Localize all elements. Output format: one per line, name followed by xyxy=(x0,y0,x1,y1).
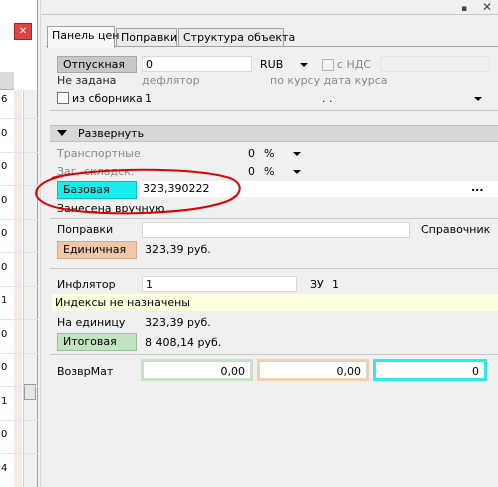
triangle-down-icon[interactable] xyxy=(57,130,67,136)
per-unit-value: 323,39 руб. xyxy=(145,316,211,329)
from-collection-checkbox[interactable] xyxy=(57,92,69,104)
indices-notice: Индексы не назначены xyxy=(55,296,190,309)
return-materials-label: ВозврМат xyxy=(57,365,114,378)
divider xyxy=(50,268,498,269)
inflator-field[interactable]: 1 xyxy=(142,276,297,292)
return-materials-field-3[interactable]: 0 xyxy=(373,359,487,381)
transport-value[interactable]: 0 xyxy=(248,147,255,160)
pin-icon[interactable]: ▪ xyxy=(461,4,473,14)
grid-column-header xyxy=(0,72,14,90)
currency-select[interactable]: RUB xyxy=(260,58,283,71)
grid-row-line xyxy=(0,453,38,454)
red-annotation-ellipse xyxy=(35,168,241,215)
chevron-down-icon[interactable] xyxy=(293,170,301,174)
tab-price-panel[interactable]: Панель цен xyxy=(47,26,119,48)
close-icon[interactable]: ✕ xyxy=(482,1,494,14)
deflator-label: дефлятор xyxy=(142,74,200,87)
grid-row-value: 0 xyxy=(1,195,8,206)
grid-column-shaded xyxy=(14,90,22,487)
price-type-button[interactable]: Отпускная xyxy=(57,56,137,73)
grid-row-value: 0 xyxy=(1,128,8,139)
panel-title-divider xyxy=(42,14,498,15)
more-button[interactable]: ... xyxy=(471,181,484,194)
chevron-down-icon[interactable] xyxy=(300,63,308,67)
grid-row-value: 0 xyxy=(1,429,8,440)
inflator-code-label: ЗУ xyxy=(310,278,324,291)
vat-label: с НДС xyxy=(337,58,372,71)
grid-row-value: 4 xyxy=(1,463,8,474)
collection-date[interactable]: . . xyxy=(322,92,333,105)
divider xyxy=(50,218,498,219)
vat-extra-field xyxy=(380,56,490,72)
grid-row-line xyxy=(0,152,38,153)
unit-price-value: 323,39 руб. xyxy=(145,243,211,256)
inflator-code-value: 1 xyxy=(332,278,339,291)
tab-object-structure[interactable]: Структура объекта xyxy=(178,28,295,47)
reference-link[interactable]: Справочник xyxy=(421,223,490,236)
chevron-down-icon[interactable] xyxy=(474,97,482,101)
rate-date-label: по курсу дата курса xyxy=(270,74,388,87)
grid-row-value: 1 xyxy=(1,396,8,407)
corrections-label: Поправки xyxy=(57,223,114,236)
divider xyxy=(50,110,498,111)
from-collection-label: из сборника xyxy=(72,92,143,105)
vat-checkbox[interactable] xyxy=(322,59,334,71)
grid-row-line xyxy=(0,386,38,387)
price-status: Не задана xyxy=(57,74,117,87)
transport-label: Транспортные xyxy=(57,147,141,160)
transport-unit: % xyxy=(264,147,275,160)
grid-row-value: 0 xyxy=(1,262,8,273)
price-value-field[interactable]: 0 xyxy=(142,56,252,72)
grid-row-line xyxy=(0,319,38,320)
close-icon[interactable]: ✕ xyxy=(14,23,32,40)
grid-row-value: 6 xyxy=(1,94,8,105)
unit-price-button[interactable]: Единичная xyxy=(57,241,137,259)
procurement-value[interactable]: 0 xyxy=(248,165,255,178)
grid-row-line xyxy=(0,286,38,287)
divider xyxy=(50,354,498,355)
grid-row-value: 0 xyxy=(1,228,8,239)
grid-row-value: 1 xyxy=(1,295,8,306)
return-materials-field-2[interactable]: 0,00 xyxy=(257,359,369,381)
tab-corrections[interactable]: Поправки xyxy=(116,28,177,47)
grid-row-value: 0 xyxy=(1,362,8,373)
grid-row-value: 0 xyxy=(1,329,8,340)
per-unit-label: На единицу xyxy=(57,316,126,329)
grid-scrollbar[interactable] xyxy=(23,90,37,487)
inflator-label: Инфлятор xyxy=(57,278,116,291)
grid-row-value: 0 xyxy=(1,161,8,172)
grid-row-line xyxy=(0,353,38,354)
collection-value[interactable]: 1 xyxy=(145,92,152,105)
chevron-down-icon[interactable] xyxy=(293,152,301,156)
grid-row-line xyxy=(0,420,38,421)
grid-row-line xyxy=(0,118,38,119)
total-price-value: 8 408,14 руб. xyxy=(145,336,222,349)
grid-row-line xyxy=(0,252,38,253)
expand-label[interactable]: Развернуть xyxy=(78,127,144,140)
total-price-button[interactable]: Итоговая xyxy=(57,333,137,351)
procurement-unit: % xyxy=(264,165,275,178)
return-materials-field-1[interactable]: 0,00 xyxy=(141,359,253,381)
corrections-field[interactable] xyxy=(142,222,410,238)
